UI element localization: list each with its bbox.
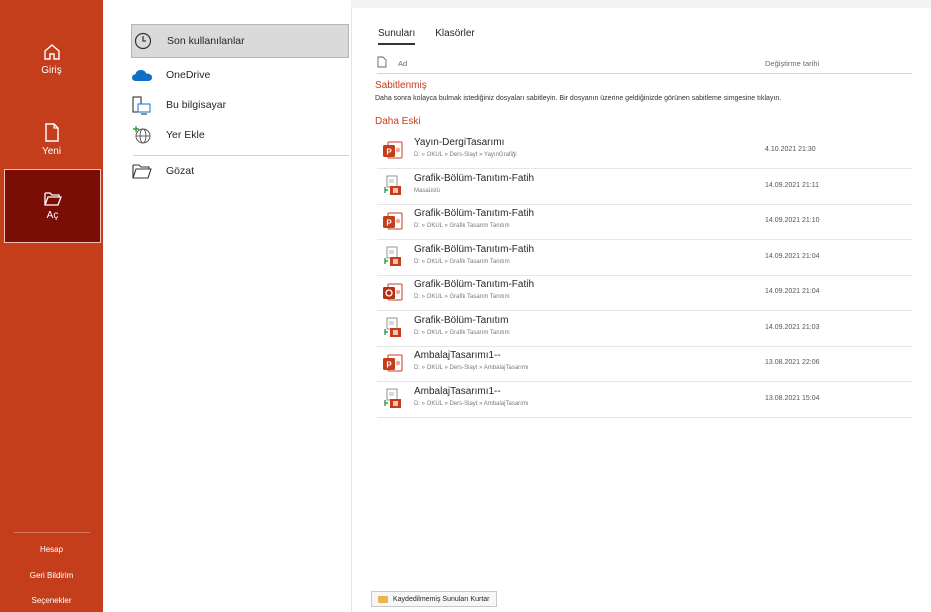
older-section-title: Daha Eski [375, 116, 421, 127]
tab-presentations[interactable]: Sunuları [378, 28, 416, 45]
location-add-place-label: Yer Ekle [166, 129, 205, 141]
svg-text:P: P [386, 219, 392, 228]
file-tabs: Sunuları Klasörler [378, 28, 475, 45]
folder-icon [131, 160, 153, 182]
document-icon [377, 56, 387, 70]
recover-unsaved-button[interactable]: Kaydedilmemiş Sunuları Kurtar [371, 591, 497, 607]
globe-add-icon [131, 124, 153, 146]
sidebar-item-open[interactable]: Aç [4, 169, 101, 243]
file-modified-date: 14.09.2021 21:10 [765, 217, 820, 224]
sidebar-divider [14, 532, 90, 533]
sidebar-item-feedback[interactable]: Geri Bildirim [0, 571, 103, 580]
file-modified-date: 13.08.2021 15:04 [765, 394, 820, 402]
file-path: D: » OKUL » Grafik Tasarım Tanıtım [414, 258, 510, 265]
pptx-icon: P [382, 352, 404, 374]
home-icon [43, 43, 60, 60]
sidebar-item-home[interactable]: Giriş [0, 18, 103, 100]
backstage-open-view: Giriş Yeni Aç Hesap Geri Bildirim Seçene… [0, 0, 931, 612]
open-folder-icon [43, 192, 62, 206]
tab-folders[interactable]: Klasörler [435, 28, 474, 45]
file-name: Grafik-Bölüm-Tanıtım-Fatih [414, 208, 535, 219]
file-row[interactable]: P Yayın-DergiTasarımı D: » OKUL » Ders-Sla… [377, 134, 912, 169]
file-path: D: » OKUL » Grafik Tasarım Tanıtım [414, 294, 510, 300]
file-name: Grafik-Bölüm-Tanıtım-Fatih [414, 279, 535, 290]
file-name: Grafik-Bölüm-Tanıtım [414, 314, 509, 326]
file-modified-date: 14.09.2021 21:11 [765, 181, 819, 189]
file-modified-date: 14.09.2021 21:04 [765, 252, 820, 260]
sidebar-home-label: Giriş [41, 64, 62, 76]
pptx-icon: P [382, 210, 404, 232]
new-document-icon [44, 123, 59, 142]
location-recent-label: Son kullanılanlar [167, 35, 245, 47]
file-row[interactable]: Grafik-Bölüm-Tanıtım-Fatih D: » OKUL » Gr… [377, 241, 912, 276]
file-name: AmbalajTasarımı1-- [414, 350, 501, 361]
file-path: D: » OKUL » Ders-Slayt » AmbalajTasarımı [414, 400, 529, 407]
file-name: Yayın-DergiTasarımı [414, 137, 505, 148]
ppt-legacy-icon [382, 246, 404, 268]
locations-panel: Son kullanılanlar OneDrive Bu bilgisayar… [103, 0, 351, 612]
location-browse[interactable]: Gözat [131, 154, 349, 188]
file-path: Masaüstü [414, 187, 441, 194]
location-add-place[interactable]: Yer Ekle [131, 118, 349, 152]
column-modified[interactable]: Değiştirme tarihi [765, 59, 819, 68]
file-modified-date: 4.10.2021 21:30 [765, 146, 816, 153]
folder-icon [378, 595, 388, 603]
file-row[interactable]: Grafik-Bölüm-Tanıtım-Fatih Masaüstü 14.09.… [377, 170, 912, 205]
ppt-legacy-icon [382, 317, 404, 339]
file-path: D: » OKUL » Ders-Slayt » AmbalajTasarımı [414, 365, 529, 371]
file-list-header: Ad Değiştirme tarihi [377, 54, 912, 74]
location-onedrive-label: OneDrive [166, 69, 211, 81]
sidebar-open-label: Aç [46, 210, 59, 221]
ppt-legacy-icon [382, 388, 404, 410]
svg-text:P: P [386, 148, 392, 157]
file-modified-date: 13.08.2021 22:06 [765, 359, 820, 366]
location-onedrive[interactable]: OneDrive [131, 58, 349, 92]
panel-divider [351, 8, 352, 612]
pinned-section-title: Sabitlenmiş [375, 80, 427, 91]
sidebar-new-label: Yeni [41, 146, 62, 157]
file-modified-date: 14.09.2021 21:04 [765, 288, 820, 295]
backstage-sidebar: Giriş Yeni Aç Hesap Geri Bildirim Seçene… [0, 0, 103, 612]
file-path: D: » OKUL » Ders-Slayt » YayınGrafiği [414, 152, 517, 158]
sidebar-item-account[interactable]: Hesap [0, 545, 103, 554]
file-path: D: » OKUL » Grafik Tasarım Tanıtım [414, 223, 510, 229]
svg-text:P: P [386, 361, 392, 370]
recover-unsaved-label: Kaydedilmemiş Sunuları Kurtar [393, 595, 490, 603]
ppt-legacy-icon [382, 175, 404, 197]
file-row[interactable]: P AmbalajTasarımı1-- D: » OKUL » Ders-Slay… [377, 347, 912, 382]
sidebar-item-options[interactable]: Seçenekler [0, 596, 103, 605]
file-name: Grafik-Bölüm-Tanıtım-Fatih [414, 172, 535, 184]
location-browse-label: Gözat [166, 165, 195, 177]
file-path: D: » OKUL » Grafik Tasarım Tanıtım [414, 329, 510, 336]
file-name: Grafik-Bölüm-Tanıtım-Fatih [414, 243, 535, 255]
pdf-like-icon [382, 281, 404, 303]
clock-icon [132, 30, 154, 52]
file-name: AmbalajTasarımı1-- [414, 385, 501, 397]
file-row[interactable]: Grafik-Bölüm-Tanıtım-Fatih D: » OKUL » Gr… [377, 276, 912, 311]
location-this-pc-label: Bu bilgisayar [166, 99, 227, 111]
file-row[interactable]: AmbalajTasarımı1-- D: » OKUL » Ders-Slayt… [377, 383, 912, 418]
onedrive-cloud-icon [131, 64, 153, 86]
file-row[interactable]: Grafik-Bölüm-Tanıtım D: » OKUL » Grafik T… [377, 312, 912, 347]
computer-icon [131, 94, 153, 116]
pinned-description: Daha sonra kolayca bulmak istediğiniz do… [375, 95, 782, 102]
file-modified-date: 14.09.2021 21:03 [765, 323, 820, 331]
file-row[interactable]: P Grafik-Bölüm-Tanıtım-Fatih D: » OKUL » G… [377, 205, 912, 240]
location-recent[interactable]: Son kullanılanlar [131, 24, 349, 58]
location-this-pc[interactable]: Bu bilgisayar [131, 88, 349, 122]
pptx-icon: P [382, 139, 404, 161]
column-name[interactable]: Ad [398, 59, 407, 68]
